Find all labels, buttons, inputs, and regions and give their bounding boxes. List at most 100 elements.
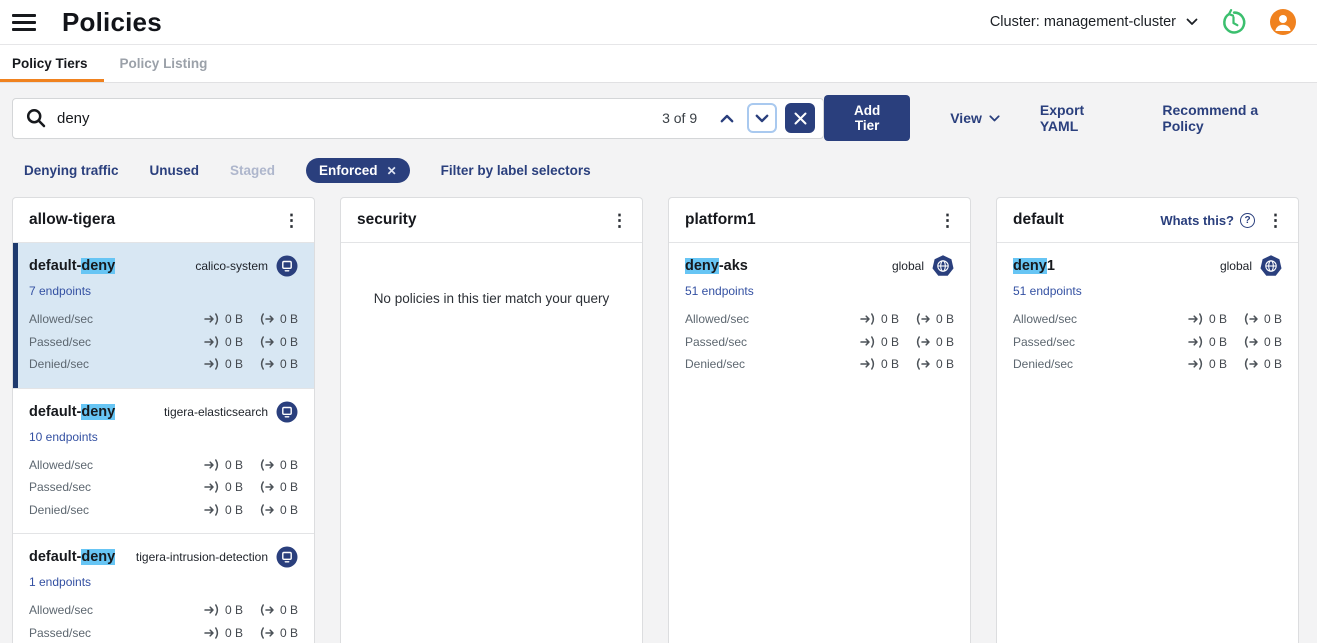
tier-column: platform1 ⋮ deny-aks global xyxy=(668,197,971,643)
policy-name: deny1 xyxy=(1013,258,1055,274)
tier-column: allow-tigera ⋮ default-deny calico-syste… xyxy=(12,197,315,643)
metric-row: Denied/sec 0 B 0 B xyxy=(29,353,298,376)
metrics-list: Allowed/sec 0 B 0 B Passed/sec xyxy=(29,308,298,376)
outbound-traffic-icon xyxy=(259,504,275,516)
metrics-list: Allowed/sec 0 B 0 B Passed/sec xyxy=(685,308,954,376)
inbound-value: 0 B xyxy=(225,357,243,371)
tier-column: default Whats this? ? ⋮ deny1 global xyxy=(996,197,1299,643)
tab-bar: Policy Tiers Policy Listing xyxy=(0,44,1317,83)
inbound-traffic-icon xyxy=(860,336,876,348)
search-close-button[interactable] xyxy=(785,103,815,133)
inbound-traffic-icon xyxy=(204,336,220,348)
metric-row: Passed/sec 0 B 0 B xyxy=(685,331,954,354)
question-circle-icon: ? xyxy=(1240,213,1255,228)
tier-title: platform1 xyxy=(685,211,756,229)
outbound-value: 0 B xyxy=(936,312,954,326)
global-scope-icon xyxy=(1260,255,1282,277)
metric-row: Denied/sec 0 B 0 B xyxy=(1013,353,1282,376)
filter-by-label-selectors[interactable]: Filter by label selectors xyxy=(441,163,591,178)
cluster-selector[interactable]: Cluster: management-cluster xyxy=(990,14,1198,30)
kebab-menu-icon[interactable]: ⋮ xyxy=(1267,212,1284,229)
metric-row: Denied/sec 0 B 0 B xyxy=(29,499,298,522)
outbound-traffic-icon xyxy=(259,336,275,348)
kebab-menu-icon[interactable]: ⋮ xyxy=(283,212,300,229)
chevron-down-icon xyxy=(989,115,1000,122)
inbound-value: 0 B xyxy=(225,312,243,326)
user-avatar-icon[interactable] xyxy=(1269,8,1297,36)
metric-row: Allowed/sec 0 B 0 B xyxy=(29,599,298,622)
tier-header: platform1 ⋮ xyxy=(669,198,970,243)
metric-label: Denied/sec xyxy=(685,357,745,371)
metrics-list: Allowed/sec 0 B 0 B Passed/sec xyxy=(29,599,298,643)
tier-columns: allow-tigera ⋮ default-deny calico-syste… xyxy=(0,197,1317,643)
export-yaml-button[interactable]: Export YAML xyxy=(1040,102,1123,134)
metric-label: Allowed/sec xyxy=(29,603,93,617)
tab-policy-tiers[interactable]: Policy Tiers xyxy=(0,45,104,82)
namespace-icon xyxy=(276,401,298,423)
inbound-value: 0 B xyxy=(1209,357,1227,371)
outbound-traffic-icon xyxy=(1243,336,1259,348)
inbound-traffic-icon xyxy=(1188,336,1204,348)
endpoints-link[interactable]: 7 endpoints xyxy=(29,284,91,298)
scope-label: tigera-intrusion-detection xyxy=(136,550,268,564)
remove-filter-icon[interactable]: ✕ xyxy=(387,164,397,178)
metric-row: Denied/sec 0 B 0 B xyxy=(685,353,954,376)
filter-denying-traffic[interactable]: Denying traffic xyxy=(24,163,119,178)
inbound-value: 0 B xyxy=(1209,335,1227,349)
endpoints-link[interactable]: 1 endpoints xyxy=(29,575,91,589)
scope-label: global xyxy=(892,259,924,273)
tier-body: deny1 global 51 endpoints Allowed/sec xyxy=(997,243,1298,643)
metric-row: Passed/sec 0 B 0 B xyxy=(29,331,298,354)
inbound-value: 0 B xyxy=(225,603,243,617)
policy-card[interactable]: default-deny calico-system 7 endpoints A… xyxy=(13,243,314,388)
tab-policy-listing[interactable]: Policy Listing xyxy=(104,45,224,82)
policy-card[interactable]: deny1 global 51 endpoints Allowed/sec xyxy=(997,243,1298,388)
add-tier-button[interactable]: Add Tier xyxy=(824,95,910,141)
search-prev-button[interactable] xyxy=(713,104,741,132)
metrics-list: Allowed/sec 0 B 0 B Passed/sec xyxy=(29,454,298,522)
metric-label: Allowed/sec xyxy=(29,312,93,326)
inbound-traffic-icon xyxy=(1188,313,1204,325)
view-dropdown[interactable]: View xyxy=(950,110,1000,126)
search-input[interactable] xyxy=(57,110,662,127)
metric-label: Passed/sec xyxy=(1013,335,1075,349)
outbound-value: 0 B xyxy=(1264,357,1282,371)
endpoints-link[interactable]: 51 endpoints xyxy=(1013,284,1082,298)
metric-row: Allowed/sec 0 B 0 B xyxy=(29,308,298,331)
filter-enforced[interactable]: Enforced ✕ xyxy=(306,158,410,183)
policy-card[interactable]: default-deny tigera-intrusion-detection … xyxy=(13,533,314,643)
outbound-value: 0 B xyxy=(280,335,298,349)
policy-card[interactable]: default-deny tigera-elasticsearch 10 end… xyxy=(13,388,314,534)
outbound-traffic-icon xyxy=(259,459,275,471)
whats-this-link[interactable]: Whats this? ? xyxy=(1160,213,1255,228)
chevron-down-icon xyxy=(1186,18,1198,26)
toolbar-row: 3 of 9 Add Tier View Export YAML Recomme… xyxy=(12,95,1297,141)
toolbar-actions: Add Tier View Export YAML Recommend a Po… xyxy=(824,95,1297,141)
inbound-value: 0 B xyxy=(881,335,899,349)
recommend-policy-button[interactable]: Recommend a Policy xyxy=(1162,102,1297,134)
kebab-menu-icon[interactable]: ⋮ xyxy=(611,212,628,229)
policy-card[interactable]: deny-aks global 51 endpoints Allowed/sec xyxy=(669,243,970,388)
outbound-traffic-icon xyxy=(259,481,275,493)
inbound-value: 0 B xyxy=(225,335,243,349)
inbound-value: 0 B xyxy=(881,357,899,371)
endpoints-link[interactable]: 10 endpoints xyxy=(29,430,98,444)
policy-name: default-deny xyxy=(29,404,115,420)
outbound-value: 0 B xyxy=(280,458,298,472)
metric-label: Passed/sec xyxy=(29,480,91,494)
metric-label: Passed/sec xyxy=(685,335,747,349)
filter-unused[interactable]: Unused xyxy=(150,163,200,178)
inbound-value: 0 B xyxy=(881,312,899,326)
outbound-traffic-icon xyxy=(1243,358,1259,370)
inbound-value: 0 B xyxy=(225,480,243,494)
chevron-down-icon xyxy=(755,114,769,123)
inbound-traffic-icon xyxy=(204,627,220,639)
policy-name: deny-aks xyxy=(685,258,748,274)
kebab-menu-icon[interactable]: ⋮ xyxy=(939,212,956,229)
scope-label: calico-system xyxy=(195,259,268,273)
endpoints-link[interactable]: 51 endpoints xyxy=(685,284,754,298)
search-next-button[interactable] xyxy=(747,103,777,133)
search-box: 3 of 9 xyxy=(12,98,824,139)
history-icon[interactable] xyxy=(1220,9,1247,36)
hamburger-menu-icon[interactable] xyxy=(12,10,36,34)
